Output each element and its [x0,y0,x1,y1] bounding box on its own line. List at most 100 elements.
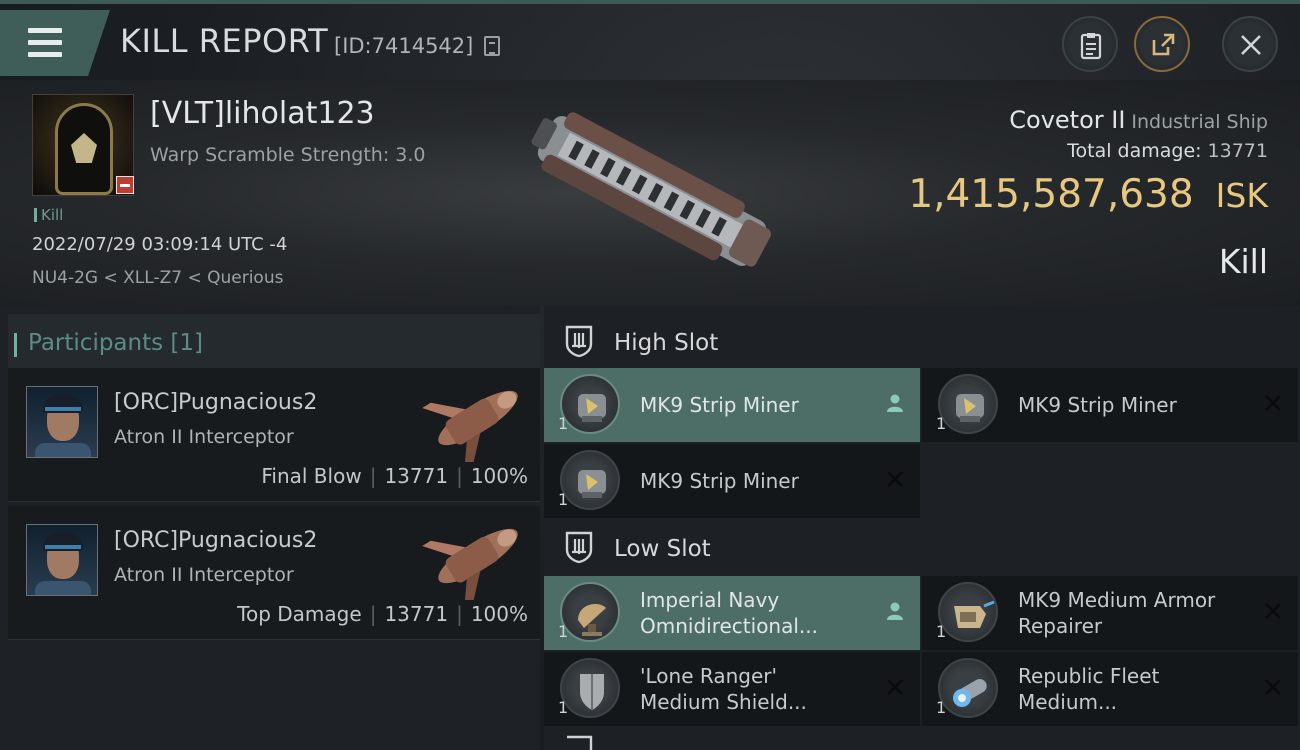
strip-miner-icon [938,374,998,434]
strip-miner-icon [560,450,620,510]
participant-ship: Atron II Interceptor [114,564,294,586]
omnidirectional-link-icon [560,582,620,642]
module-quantity: 1 [936,622,947,641]
avatar-headband [45,407,81,411]
low-slot-label: Low Slot [614,536,711,562]
kill-report-screen: KILL REPORT [ID:7414542] [VLT]liholat123… [0,0,1300,750]
clipboard-icon [1080,33,1102,60]
fitting-panel: High Slot 1 MK9 Strip Miner 1 MK9 Strip … [544,306,1300,750]
participants-header[interactable]: Participants [1] [8,314,540,372]
module-quantity: 1 [936,414,947,433]
report-id: [ID:7414542] [334,34,474,58]
victim-summary: [VLT]liholat123 Warp Scramble Strength: … [0,80,1300,306]
module-name: MK9 Medium Armor Repairer [1018,587,1215,639]
person-icon [887,394,903,412]
module-name-line2: Medium Shield... [640,690,807,714]
report-button[interactable] [1062,16,1118,72]
participant-stats: Final Blow | 13771 | 100% [261,464,528,488]
participant-card[interactable]: [ORC]Pugnacious2 Atron II Interceptor Fi… [8,368,540,502]
participant-percent: 100% [470,602,528,626]
participant-ship: Atron II Interceptor [114,426,294,448]
module-name-line1: Imperial Navy [640,588,780,612]
menu-icon-line [28,52,62,57]
total-damage-value: 13771 [1207,140,1268,162]
participant-avatar[interactable] [26,524,98,596]
slot-icon [567,735,593,750]
participant-role: Final Blow [261,464,362,488]
stat-separator: | [369,602,377,626]
header-bar: KILL REPORT [ID:7414542] [0,4,1300,80]
module-name-line2: Omnidirectional... [640,614,818,638]
x-icon [1265,603,1281,619]
module-name-line1: MK9 Medium Armor [1018,588,1216,612]
low-slot-header: Low Slot [544,518,1300,576]
kill-location[interactable]: NU4-2G < XLL-Z7 < Querious [32,268,283,288]
module-item[interactable]: 1 Republic Fleet Medium... [922,652,1298,726]
participant-percent: 100% [470,464,528,488]
participant-damage: 13771 [384,602,449,626]
kill-datetime: 2022/07/29 03:09:14 UTC -4 [32,234,288,255]
person-icon [887,602,903,620]
menu-icon-line [28,40,62,45]
ship-class: Industrial Ship [1131,111,1268,133]
participant-role: Top Damage [237,602,362,626]
high-slot-label: High Slot [614,330,719,356]
avatar-suit [35,443,91,457]
share-button[interactable] [1134,16,1190,72]
module-name: Imperial Navy Omnidirectional... [640,587,818,639]
module-name: Republic Fleet Medium... [1018,663,1159,715]
menu-icon [28,28,62,33]
stat-separator: | [369,464,377,488]
share-icon [1152,33,1175,56]
participant-name[interactable]: [ORC]Pugnacious2 [114,528,317,553]
high-slot-header: High Slot [544,312,1300,370]
module-item[interactable]: 1 MK9 Strip Miner [544,444,920,518]
module-name: MK9 Strip Miner [640,469,799,493]
participant-name[interactable]: [ORC]Pugnacious2 [114,390,317,415]
victim-ship[interactable]: Covetor II Industrial Ship [1009,106,1268,134]
module-name: MK9 Strip Miner [640,393,799,417]
menu-button[interactable] [0,10,110,76]
page-title: KILL REPORT [120,22,329,60]
module-name: 'Lone Ranger' Medium Shield... [640,663,807,715]
close-button[interactable] [1222,16,1278,72]
stat-separator: | [456,602,463,626]
total-damage-label: Total damage: [1067,140,1202,162]
x-icon [887,679,903,695]
participant-ship-image [422,390,518,462]
module-quantity: 1 [558,490,569,509]
module-name-line1: 'Lone Ranger' [640,664,777,688]
module-item[interactable]: 1 MK9 Medium Armor Repairer [922,576,1298,650]
module-name-line1: Republic Fleet [1018,664,1160,688]
isk-amount: 1,415,587,638 [908,172,1194,217]
avatar-suit [35,581,91,595]
participant-avatar[interactable] [26,386,98,458]
module-name-line2: Medium... [1018,690,1118,714]
participants-panel: Participants [1] [ORC]Pugnacious2 Atron … [0,306,540,750]
x-icon [1265,679,1281,695]
x-icon [1265,395,1281,411]
participants-title: Participants [1] [14,330,203,357]
isk-value: 1,415,587,638 ISK [908,172,1268,217]
standing-minus-icon [116,176,134,194]
isk-unit: ISK [1215,176,1268,215]
x-icon [887,471,903,487]
total-damage: Total damage: 13771 [1067,140,1268,162]
victim-ship-image [531,112,771,267]
participant-stats: Top Damage | 13771 | 100% [237,602,528,626]
module-quantity: 1 [558,622,569,641]
victim-name[interactable]: [VLT]liholat123 [150,96,375,131]
module-item[interactable]: 1 'Lone Ranger' Medium Shield... [544,652,920,726]
stat-separator: | [456,464,463,488]
module-item[interactable]: 1 Imperial Navy Omnidirectional... [544,576,920,650]
copy-id-icon[interactable] [484,36,500,56]
warp-scramble-strength: Warp Scramble Strength: 3.0 [150,144,426,166]
module-quantity: 1 [936,698,947,717]
kill-tag: Kill [34,206,63,224]
module-item[interactable]: 1 MK9 Strip Miner [544,368,920,442]
result-label: Kill [1218,242,1268,281]
module-item[interactable]: 1 MK9 Strip Miner [922,368,1298,442]
low-slot-icon [565,531,593,564]
module-quantity: 1 [558,698,569,717]
participant-card[interactable]: [ORC]Pugnacious2 Atron II Interceptor To… [8,506,540,640]
